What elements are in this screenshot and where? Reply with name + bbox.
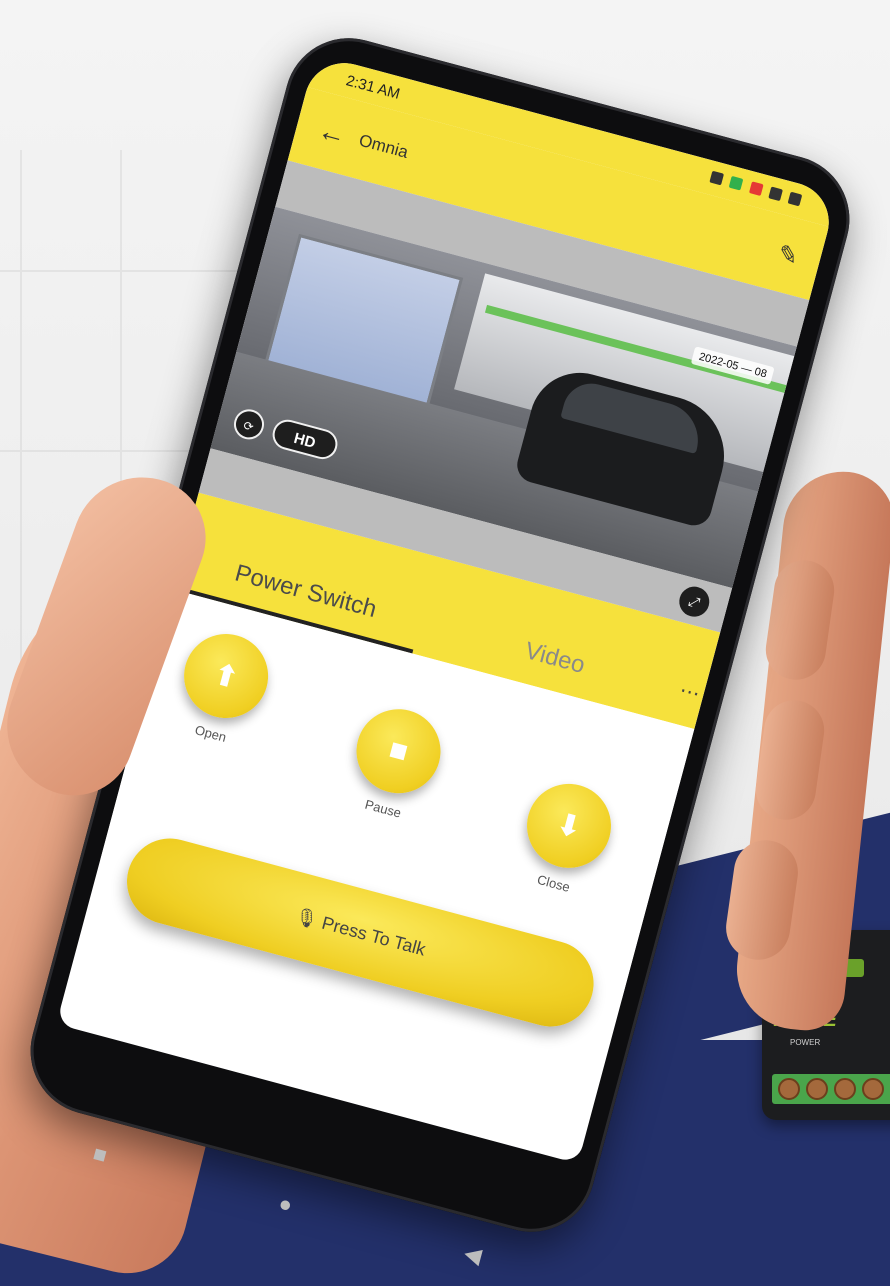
status-time: 2:31 AM [344, 71, 402, 103]
arrow-down-icon: ⬇ [517, 774, 621, 878]
device-label-power: POWER [790, 1038, 821, 1047]
wifi-icon [768, 185, 783, 201]
fullscreen-icon[interactable]: ⤢ [675, 583, 713, 621]
recents-icon[interactable]: ■ [90, 1140, 109, 1169]
alert-notification-icon [748, 180, 764, 196]
app-notification-icon [729, 175, 744, 191]
close-button[interactable]: ⬇ Close [503, 772, 628, 903]
device-terminals [772, 1074, 890, 1104]
home-icon[interactable]: ● [276, 1190, 295, 1219]
notification-icon [709, 170, 725, 185]
pause-label: Pause [363, 796, 403, 821]
open-button[interactable]: ⬆ Open [160, 623, 285, 754]
device-labels: POWER [774, 1038, 890, 1047]
pause-button[interactable]: ■ Pause [333, 698, 458, 829]
back-arrow-icon[interactable]: ← [315, 114, 350, 152]
push-to-talk-label: 🎙 Press To Talk [292, 904, 428, 960]
arrow-up-icon: ⬆ [174, 624, 278, 728]
tab-label: Video [522, 637, 588, 679]
stop-square-icon: ■ [347, 699, 450, 803]
close-label: Close [535, 871, 572, 895]
battery-icon [787, 191, 803, 206]
open-label: Open [193, 722, 228, 745]
back-nav-icon[interactable]: ◀ [461, 1240, 485, 1269]
